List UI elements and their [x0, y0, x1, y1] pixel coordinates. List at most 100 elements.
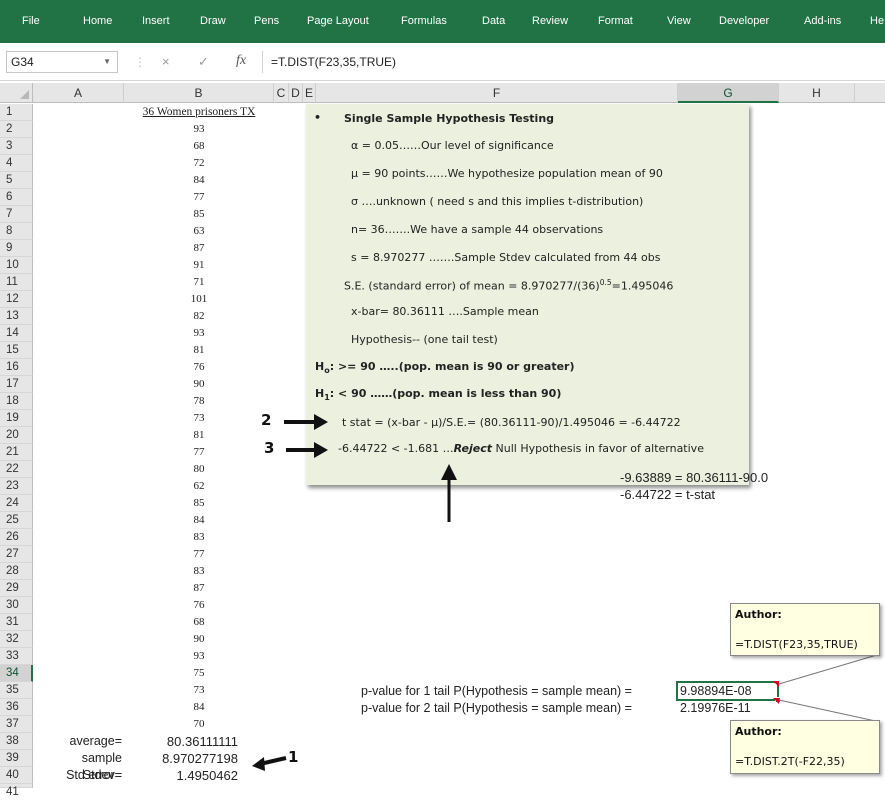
row-header[interactable]: 37 [0, 716, 33, 733]
table-cell[interactable]: 62 [124, 478, 274, 495]
row-header[interactable]: 19 [0, 410, 33, 427]
tab-pens[interactable]: Pens [254, 15, 279, 27]
table-cell[interactable]: 87 [124, 580, 274, 597]
tab-insert[interactable]: Insert [142, 15, 170, 27]
table-cell[interactable]: 72 [124, 155, 274, 172]
chevron-down-icon[interactable]: ▼ [103, 52, 111, 72]
table-cell[interactable]: 85 [124, 206, 274, 223]
row-header[interactable]: 7 [0, 206, 33, 223]
tab-review[interactable]: Review [532, 15, 568, 27]
tab-view[interactable]: View [667, 15, 691, 27]
row-header[interactable]: 21 [0, 444, 33, 461]
table-cell[interactable]: 93 [124, 325, 274, 342]
comment-note-1[interactable]: Author: =T.DIST(F23,35,TRUE) [730, 603, 880, 656]
table-cell[interactable]: 90 [124, 631, 274, 648]
tab-file[interactable]: File [22, 15, 40, 27]
table-cell[interactable]: 71 [124, 274, 274, 291]
table-cell[interactable]: 70 [124, 716, 274, 733]
row-header[interactable]: 9 [0, 240, 33, 257]
select-all-corner[interactable] [0, 83, 33, 103]
column-header-c[interactable]: C [274, 83, 289, 103]
column-b-header-cell[interactable]: 36 Women prisoners TX [124, 104, 274, 121]
tab-page-layout[interactable]: Page Layout [307, 15, 369, 27]
row-header[interactable]: 15 [0, 342, 33, 359]
row-header[interactable]: 39 [0, 750, 33, 767]
difference-calc[interactable]: -9.63889 = 80.36111-90.0 [620, 470, 768, 485]
row-header[interactable]: 22 [0, 461, 33, 478]
table-cell[interactable]: 93 [124, 121, 274, 138]
tab-developer[interactable]: Developer [719, 15, 769, 27]
row-header[interactable]: 5 [0, 172, 33, 189]
row-header[interactable]: 18 [0, 393, 33, 410]
table-cell[interactable]: 84 [124, 512, 274, 529]
table-cell[interactable]: 84 [124, 172, 274, 189]
row-header[interactable]: 14 [0, 325, 33, 342]
row-header[interactable]: 33 [0, 648, 33, 665]
row-header[interactable]: 28 [0, 563, 33, 580]
hypothesis-textbox[interactable]: • Single Sample Hypothesis Testing α = 0… [306, 104, 749, 485]
row-header[interactable]: 31 [0, 614, 33, 631]
table-cell[interactable]: 75 [124, 665, 274, 682]
row-header[interactable]: 24 [0, 495, 33, 512]
active-cell-g34[interactable] [676, 681, 779, 701]
table-cell[interactable]: 91 [124, 257, 274, 274]
column-header-f[interactable]: F [316, 83, 678, 103]
row-header[interactable]: 16 [0, 359, 33, 376]
table-cell[interactable]: 93 [124, 648, 274, 665]
table-cell[interactable]: 76 [124, 597, 274, 614]
table-cell[interactable]: 87 [124, 240, 274, 257]
row-header[interactable]: 23 [0, 478, 33, 495]
tab-format[interactable]: Format [598, 15, 633, 27]
table-cell[interactable]: 83 [124, 529, 274, 546]
table-cell[interactable]: 73 [124, 682, 274, 699]
tab-help[interactable]: He [870, 15, 884, 27]
table-cell[interactable]: 84 [124, 699, 274, 716]
row-header[interactable]: 1 [0, 104, 33, 121]
enter-icon[interactable]: ✓ [198, 54, 209, 70]
row-header[interactable]: 20 [0, 427, 33, 444]
row-header[interactable]: 38 [0, 733, 33, 750]
table-cell[interactable]: 82 [124, 308, 274, 325]
table-cell[interactable]: 81 [124, 427, 274, 444]
tab-draw[interactable]: Draw [200, 15, 226, 27]
row-header[interactable]: 27 [0, 546, 33, 563]
row-header[interactable]: 32 [0, 631, 33, 648]
column-header-g[interactable]: G [678, 83, 779, 103]
column-header-d[interactable]: D [289, 83, 303, 103]
row-header[interactable]: 10 [0, 257, 33, 274]
table-cell[interactable]: 78 [124, 393, 274, 410]
row-header[interactable]: 30 [0, 597, 33, 614]
pvalue-two-tail-value[interactable]: 2.19976E-11 [680, 701, 751, 715]
formula-input[interactable]: =T.DIST(F23,35,TRUE) [262, 51, 880, 73]
tab-data[interactable]: Data [482, 15, 505, 27]
std-error-value[interactable]: 1.4950462 [124, 767, 238, 784]
row-header[interactable]: 8 [0, 223, 33, 240]
table-cell[interactable]: 63 [124, 223, 274, 240]
row-header[interactable]: 12 [0, 291, 33, 308]
row-header[interactable]: 34 [0, 665, 33, 682]
tab-home[interactable]: Home [83, 15, 112, 27]
table-cell[interactable]: 85 [124, 495, 274, 512]
tstat-calc[interactable]: -6.44722 = t-stat [620, 487, 715, 502]
column-header-a[interactable]: A [33, 83, 124, 103]
row-header[interactable]: 25 [0, 512, 33, 529]
row-header[interactable]: 29 [0, 580, 33, 597]
row-header[interactable]: 26 [0, 529, 33, 546]
table-cell[interactable]: 76 [124, 359, 274, 376]
table-cell[interactable]: 90 [124, 376, 274, 393]
average-value[interactable]: 80.36111111 [124, 733, 238, 750]
row-header[interactable]: 2 [0, 121, 33, 138]
row-header[interactable]: 40 [0, 767, 33, 784]
row-header[interactable]: 4 [0, 155, 33, 172]
table-cell[interactable]: 68 [124, 138, 274, 155]
cancel-icon[interactable]: × [162, 54, 170, 69]
row-header[interactable]: 36 [0, 699, 33, 716]
stdev-value[interactable]: 8.970277198 [124, 750, 238, 767]
comment-note-2[interactable]: Author: =T.DIST.2T(-F22,35) [730, 720, 880, 774]
table-cell[interactable]: 83 [124, 563, 274, 580]
row-header[interactable]: 6 [0, 189, 33, 206]
row-header[interactable]: 41 [0, 784, 33, 798]
table-cell[interactable]: 81 [124, 342, 274, 359]
table-cell[interactable]: 77 [124, 444, 274, 461]
table-cell[interactable]: 80 [124, 461, 274, 478]
